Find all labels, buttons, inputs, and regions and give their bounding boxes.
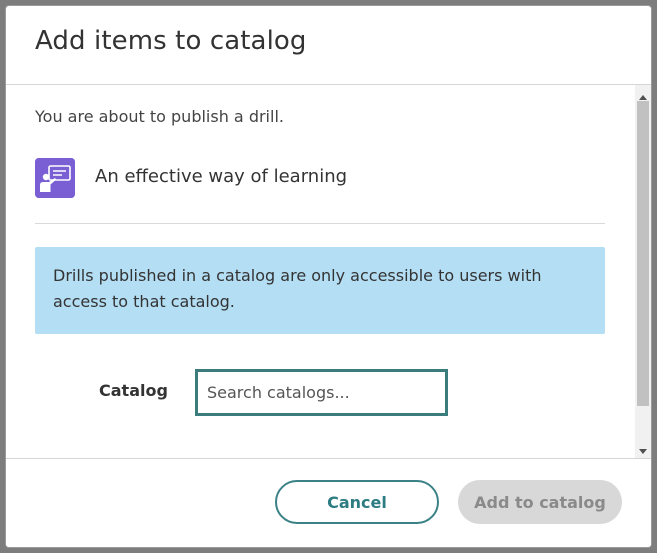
scroll-down-arrow-icon[interactable]	[638, 446, 648, 456]
drill-title: An effective way of learning	[95, 166, 348, 187]
catalog-search-input[interactable]	[195, 369, 448, 416]
divider	[35, 223, 605, 224]
intro-text: You are about to publish a drill.	[35, 107, 284, 126]
drill-item: An effective way of learning	[35, 158, 605, 198]
scrollbar-thumb[interactable]	[637, 101, 649, 406]
cancel-button[interactable]: Cancel	[275, 480, 439, 524]
catalog-label: Catalog	[99, 381, 168, 400]
presentation-board-icon	[35, 158, 75, 198]
dialog-scrollbar[interactable]	[635, 85, 651, 458]
add-to-catalog-dialog: Add items to catalog You are about to pu…	[6, 6, 651, 547]
dialog-title: Add items to catalog	[35, 26, 307, 56]
dialog-header: Add items to catalog	[6, 6, 651, 85]
info-message: Drills published in a catalog are only a…	[35, 247, 605, 334]
dialog-footer: Cancel Add to catalog	[6, 458, 651, 547]
dialog-body: You are about to publish a drill. An eff…	[6, 85, 651, 458]
add-to-catalog-button[interactable]: Add to catalog	[458, 480, 622, 524]
